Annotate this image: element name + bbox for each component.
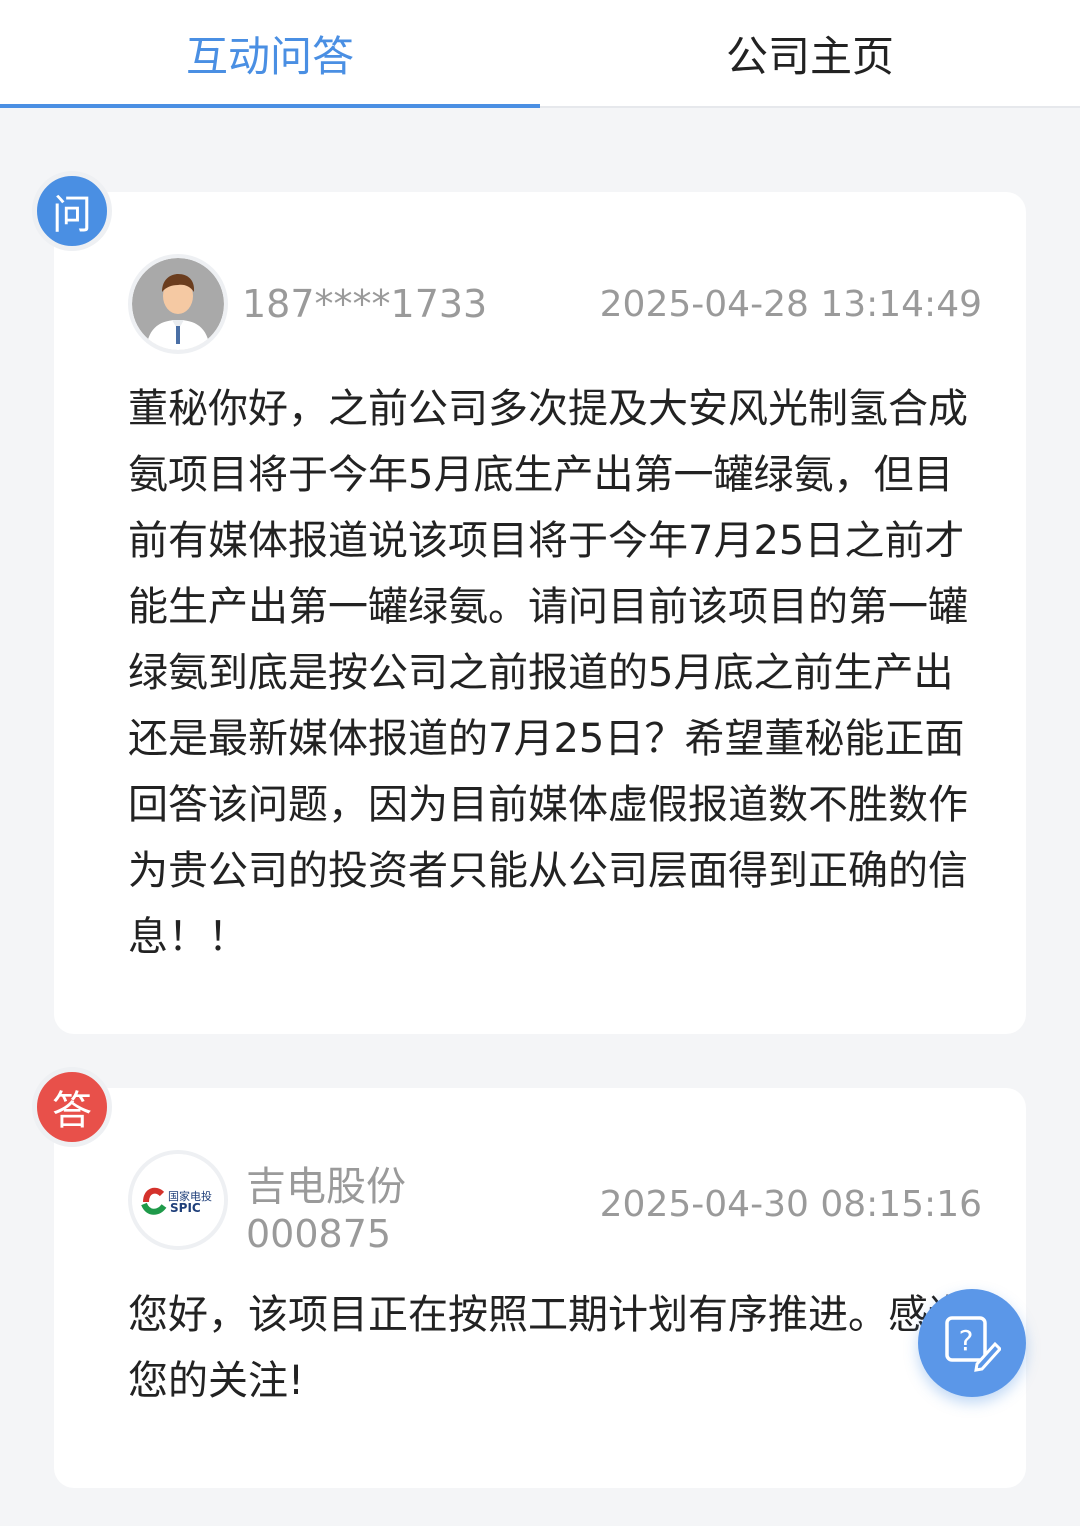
logo-en-text: SPIC — [170, 1201, 201, 1215]
ask-question-icon: ? — [945, 1316, 1001, 1372]
user-avatar[interactable] — [128, 254, 228, 354]
question-badge: 问 — [32, 171, 112, 251]
question-user-name: 187****1733 — [242, 282, 488, 326]
tab-label: 公司主页 — [725, 31, 894, 81]
tab-interactive-qa[interactable]: 互动问答 — [0, 0, 540, 106]
answer-badge: 答 — [32, 1067, 112, 1147]
spic-logo-icon: 国家电投 SPIC — [132, 1154, 224, 1246]
person-icon — [132, 258, 224, 350]
answer-badge-label: 答 — [52, 1088, 92, 1134]
company-logo[interactable]: 国家电投 SPIC — [128, 1150, 228, 1250]
answer-company-name: 吉电股份 — [246, 1164, 406, 1210]
question-badge-label: 问 — [52, 192, 92, 238]
question-text: 董秘你好，之前公司多次提及大安风光制氢合成氨项目将于今年5月底生产出第一罐绿氨，… — [128, 386, 968, 960]
answer-time: 2025-04-30 08:15:16 — [599, 1184, 982, 1225]
svg-text:?: ? — [959, 1324, 974, 1357]
active-tab-indicator — [0, 104, 540, 108]
question-time: 2025-04-28 13:14:49 — [599, 284, 982, 325]
tab-label: 互动问答 — [185, 31, 354, 81]
tab-bar: 互动问答 公司主页 — [0, 0, 1080, 108]
answer-card: 国家电投 SPIC 吉电股份 000875 2025-04-30 08:15:1… — [54, 1088, 1026, 1488]
tab-company-home[interactable]: 公司主页 — [540, 0, 1080, 106]
answer-company-code: 000875 — [246, 1212, 392, 1256]
ask-question-button[interactable]: ? — [918, 1289, 1026, 1397]
answer-text: 您好，该项目正在按照工期计划有序推进。感谢您的关注! — [128, 1292, 968, 1404]
question-card: 187****1733 2025-04-28 13:14:49 董秘你好，之前公… — [54, 192, 1026, 1034]
